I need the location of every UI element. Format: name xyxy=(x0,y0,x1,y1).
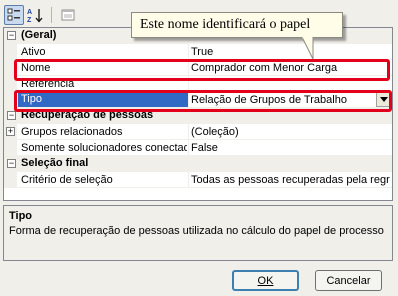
description-text: Forma de recuperação de pessoas utilizad… xyxy=(9,225,384,237)
property-row-criterio[interactable]: Critério de seleção Todas as pessoas rec… xyxy=(4,172,392,188)
property-name: Nome xyxy=(21,62,51,74)
property-grid[interactable]: − (Geral) Ativo True Nome Comprador com … xyxy=(3,27,393,201)
property-name: Critério de seleção xyxy=(21,174,113,186)
property-value[interactable]: False xyxy=(191,142,390,154)
callout: Este nome identificará o papel xyxy=(131,12,343,38)
property-row-grupos[interactable]: + Grupos relacionados (Coleção) xyxy=(4,124,392,140)
property-name: Grupos relacionados xyxy=(21,126,123,138)
category-label: (Geral) xyxy=(21,29,57,41)
collapse-icon[interactable]: − xyxy=(7,31,16,40)
callout-text: Este nome identificará o papel xyxy=(140,17,311,32)
collapse-icon[interactable]: − xyxy=(7,111,16,120)
property-value[interactable]: (Coleção) xyxy=(191,126,390,138)
property-name: Ativo xyxy=(21,46,46,58)
svg-text:Z: Z xyxy=(27,17,32,23)
description-panel: Tipo Forma de recuperação de pessoas uti… xyxy=(3,205,393,261)
property-row-ativo[interactable]: Ativo True xyxy=(4,44,392,60)
expand-icon[interactable]: + xyxy=(6,127,15,136)
chevron-down-icon xyxy=(379,97,388,102)
description-title: Tipo xyxy=(9,210,33,222)
property-row-referencia[interactable]: Referência xyxy=(4,76,392,92)
property-name-selected: Tipo xyxy=(18,93,188,107)
collapse-icon[interactable]: − xyxy=(7,159,16,168)
category-label: Seleção final xyxy=(21,157,89,169)
property-row-tipo[interactable]: Tipo Relação de Grupos de Trabalho xyxy=(4,92,392,108)
property-value[interactable]: Relação de Grupos de Trabalho xyxy=(191,94,371,106)
categorized-icon[interactable] xyxy=(4,5,24,25)
property-value[interactable]: Todas as pessoas recuperadas pela regra xyxy=(191,174,390,186)
properties-dialog: A Z − (Geral) Ativo True Nome Comprador … xyxy=(0,0,398,296)
dropdown-button[interactable] xyxy=(376,92,391,107)
property-row-somente[interactable]: Somente solucionadores conectados False xyxy=(4,140,392,156)
callout-pointer xyxy=(301,37,314,60)
property-row-nome[interactable]: Nome Comprador com Menor Carga xyxy=(4,60,392,76)
property-name: Somente solucionadores conectados xyxy=(21,142,187,154)
category-label: Recuperação de pessoas xyxy=(21,109,154,121)
property-value[interactable]: Comprador com Menor Carga xyxy=(191,62,390,74)
category-recuperacao[interactable]: − Recuperação de pessoas xyxy=(4,108,392,124)
ok-button[interactable]: OK xyxy=(232,270,299,291)
cancel-label: Cancelar xyxy=(326,274,371,287)
property-name: Referência xyxy=(21,78,75,90)
property-value[interactable]: True xyxy=(191,46,390,58)
ok-label: OK xyxy=(257,274,274,287)
cancel-button[interactable]: Cancelar xyxy=(315,270,382,291)
sort-az-icon[interactable]: A Z xyxy=(26,5,46,25)
property-pages-icon[interactable] xyxy=(58,5,78,25)
toolbar-separator xyxy=(51,7,52,23)
category-selecao-final[interactable]: − Seleção final xyxy=(4,156,392,172)
svg-text:A: A xyxy=(27,9,32,16)
